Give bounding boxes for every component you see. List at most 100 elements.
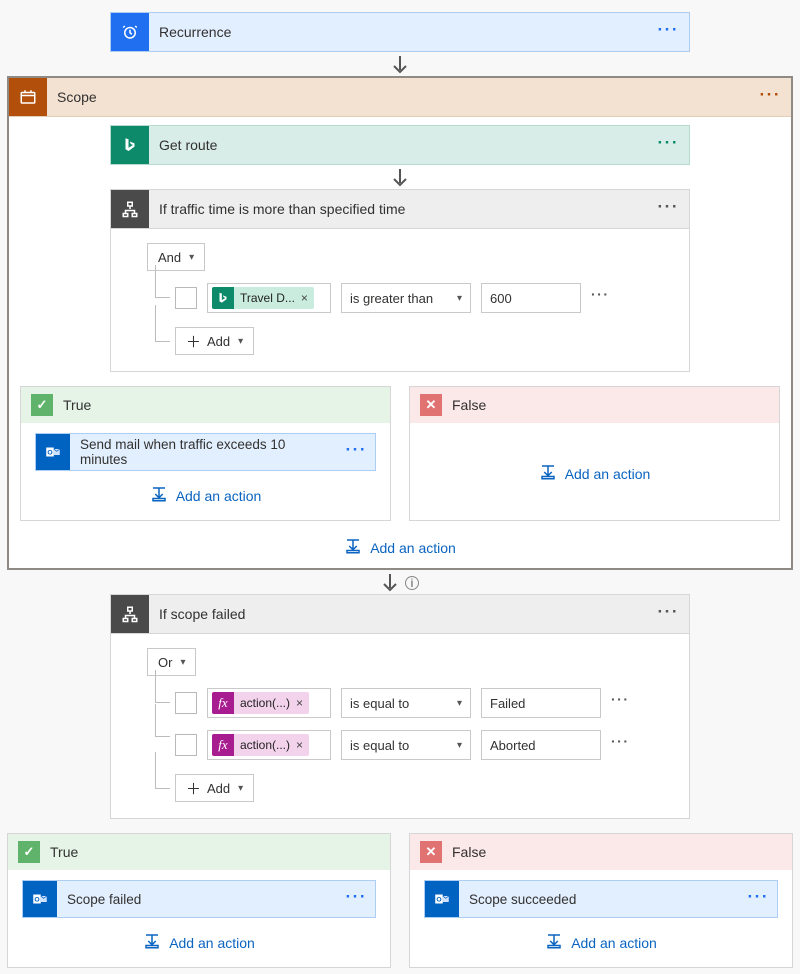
add-action-button[interactable]: Add an action [19,537,781,558]
false-label: False [452,397,486,413]
scope-succeeded-action[interactable]: O Scope succeeded ··· [424,880,778,918]
check-icon: ✓ [31,394,53,416]
add-condition-button[interactable]: ＋ Add ▾ [175,327,254,355]
arrow-down-icon: i [6,570,794,594]
svg-text:O: O [34,896,39,903]
operator-select[interactable]: is equal to ▾ [341,730,471,760]
chevron-down-icon: ▾ [457,698,462,709]
close-icon: ✕ [420,841,442,863]
operator-select[interactable]: is greater than ▾ [341,283,471,313]
condition-icon [111,595,149,633]
condition-title: If traffic time is more than specified t… [149,201,658,217]
token-label: action(...) [234,738,296,752]
condition-header[interactable]: If scope failed ··· [111,595,689,634]
more-icon[interactable]: ··· [346,890,375,908]
more-icon[interactable]: ··· [346,443,375,461]
row-checkbox[interactable] [175,287,197,309]
row-checkbox[interactable] [175,692,197,714]
add-action-button[interactable]: Add an action [22,932,376,953]
false-label: False [452,844,486,860]
more-icon[interactable]: ··· [658,136,679,154]
row-checkbox[interactable] [175,734,197,756]
chevron-down-icon: ▾ [238,783,243,794]
more-icon[interactable]: ··· [760,88,781,106]
travel-duration-token[interactable]: Travel D... × [212,287,314,309]
add-action-label: Add an action [176,488,262,504]
chevron-down-icon: ▾ [457,740,462,751]
value-text: Aborted [490,738,536,753]
false-branch: ✕ False Add an action [409,386,780,521]
value-input[interactable]: 600 [481,283,581,313]
add-action-button[interactable]: Add an action [424,463,765,484]
outlook-icon: O [23,881,57,917]
condition-scope-failed: If scope failed ··· Or ▾ fx action(...) … [110,594,690,819]
token-label: action(...) [234,696,296,710]
action-title: Scope succeeded [459,892,748,907]
false-header: ✕ False [410,834,792,870]
condition-traffic-time: If traffic time is more than specified t… [110,189,690,372]
plus-icon: ＋ [186,331,201,352]
recurrence-card[interactable]: Recurrence ··· [110,12,690,52]
value-text: 600 [490,291,512,306]
value-text: Failed [490,696,525,711]
condition-header[interactable]: If traffic time is more than specified t… [111,190,689,229]
add-action-icon [344,537,362,558]
add-action-icon [545,932,563,953]
bing-icon [111,126,149,164]
more-icon[interactable]: ··· [611,738,630,752]
arrow-down-icon [6,52,794,76]
more-icon[interactable]: ··· [611,696,630,710]
add-action-label: Add an action [565,466,651,482]
operator-label: is equal to [350,738,409,753]
more-icon[interactable]: ··· [658,605,679,623]
true-header: ✓ True [21,387,390,423]
get-route-card[interactable]: Get route ··· [110,125,690,165]
add-action-label: Add an action [370,540,456,556]
chevron-down-icon: ▾ [189,252,194,263]
condition-title: If scope failed [149,606,658,622]
more-icon[interactable]: ··· [748,890,777,908]
add-condition-button[interactable]: ＋ Add ▾ [175,774,254,802]
joiner-label: And [158,250,181,265]
info-icon[interactable]: i [405,576,419,590]
chevron-down-icon: ▾ [180,657,185,668]
chevron-down-icon: ▾ [238,336,243,347]
token-remove-icon[interactable]: × [296,696,309,710]
fx-token[interactable]: fx action(...) × [212,734,309,756]
add-action-icon [143,932,161,953]
outlook-icon: O [425,881,459,917]
operand-field[interactable]: fx action(...) × [207,730,331,760]
svg-text:O: O [47,449,52,456]
scope-container: Scope ··· Get route ··· [7,76,793,570]
more-icon[interactable]: ··· [591,291,610,305]
scope-title: Scope [47,89,760,105]
more-icon[interactable]: ··· [658,200,679,218]
token-remove-icon[interactable]: × [296,738,309,752]
add-action-button[interactable]: Add an action [35,485,376,506]
operator-select[interactable]: is equal to ▾ [341,688,471,718]
add-action-icon [150,485,168,506]
send-mail-action[interactable]: O Send mail when traffic exceeds 10 minu… [35,433,376,471]
operand-field[interactable]: Travel D... × [207,283,331,313]
fx-icon: fx [212,734,234,756]
add-label: Add [207,334,230,349]
token-remove-icon[interactable]: × [301,291,314,305]
scope-failed-action[interactable]: O Scope failed ··· [22,880,376,918]
add-action-button[interactable]: Add an action [424,932,778,953]
scope-header[interactable]: Scope ··· [9,78,791,117]
joiner-label: Or [158,655,172,670]
fx-icon: fx [212,692,234,714]
true-header: ✓ True [8,834,390,870]
value-input[interactable]: Aborted [481,730,601,760]
operand-field[interactable]: fx action(...) × [207,688,331,718]
more-icon[interactable]: ··· [658,23,679,41]
add-action-label: Add an action [169,935,255,951]
recurrence-title: Recurrence [149,24,658,40]
value-input[interactable]: Failed [481,688,601,718]
true-branch: ✓ True O Scope failed ··· Add an action [7,833,391,968]
fx-token[interactable]: fx action(...) × [212,692,309,714]
operator-label: is equal to [350,696,409,711]
action-title: Send mail when traffic exceeds 10 minute… [70,437,346,467]
operator-label: is greater than [350,291,433,306]
false-branch: ✕ False O Scope succeeded ··· Add an act… [409,833,793,968]
